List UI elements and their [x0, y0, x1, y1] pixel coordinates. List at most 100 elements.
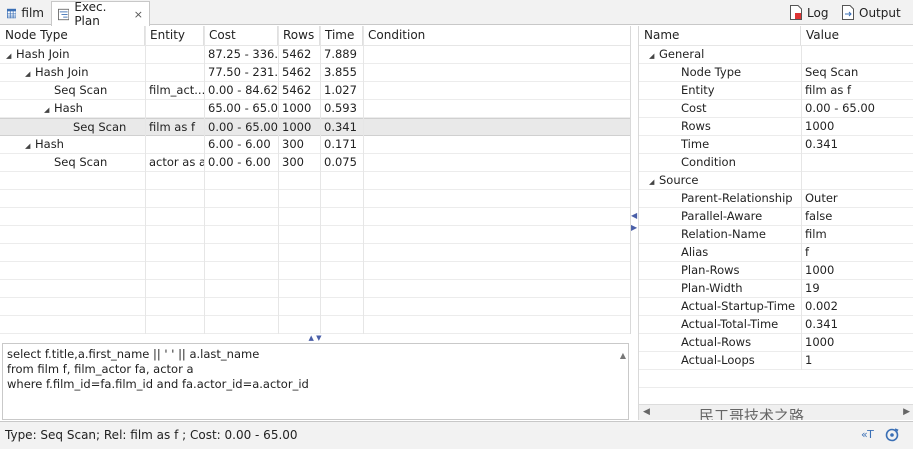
vertical-splitter[interactable]: ◀ ▶	[631, 210, 637, 236]
rows-cell: 5462	[282, 47, 312, 61]
tab-exec-plan[interactable]: Exec. Plan ×	[51, 0, 150, 28]
property-name: Plan-Rows	[681, 263, 740, 277]
property-row[interactable]: Parallel-Aware false	[639, 208, 913, 226]
column-header-name[interactable]: Name	[639, 26, 801, 46]
property-name: Relation-Name	[681, 227, 766, 241]
collapse-left-icon[interactable]: ◀	[631, 210, 637, 222]
property-name: Actual-Rows	[681, 335, 752, 349]
plan-row[interactable]: ◢ Hash Join 77.50 - 231... 5462 3.855	[0, 64, 630, 82]
scroll-right-icon[interactable]: ▶	[903, 407, 910, 417]
property-value: Seq Scan	[805, 65, 859, 79]
property-name-cell: Actual-Startup-Time	[681, 298, 801, 316]
property-row[interactable]: Rows 1000	[639, 118, 913, 136]
property-value: 1000	[805, 263, 835, 277]
property-row[interactable]: Actual-Rows 1000	[639, 334, 913, 352]
node-type-cell: ◢ Hash	[0, 136, 145, 154]
log-label: Log	[807, 5, 829, 20]
condition-cell	[363, 82, 630, 100]
column-header-rows[interactable]: Rows	[278, 26, 320, 46]
property-row[interactable]: Condition	[639, 154, 913, 172]
text-format-icon[interactable]: «T	[861, 428, 874, 441]
property-value: 1000	[805, 335, 835, 349]
properties-panel: Name Value ◢ General Node Type Seq Scan Enti…	[638, 26, 913, 420]
scroll-left-icon[interactable]: ◀	[643, 407, 650, 417]
column-divider	[204, 26, 205, 334]
column-divider	[145, 26, 146, 334]
column-header-cost[interactable]: Cost	[204, 26, 278, 46]
expand-toggle-icon[interactable]: ◢	[44, 102, 54, 118]
column-divider	[801, 280, 802, 298]
property-row[interactable]: Entity film as f	[639, 82, 913, 100]
property-row[interactable]: Actual-Total-Time 0.341	[639, 316, 913, 334]
collapse-right-icon[interactable]: ▶	[631, 222, 637, 234]
column-divider	[320, 26, 321, 334]
property-row[interactable]: Actual-Startup-Time 0.002	[639, 298, 913, 316]
empty-row	[0, 280, 630, 298]
exec-plan-icon	[58, 8, 70, 20]
status-text: Type: Seq Scan; Rel: film as f ; Cost: 0…	[5, 428, 298, 442]
rows-cell: 1000	[282, 120, 312, 134]
expand-toggle-icon[interactable]: ◢	[649, 174, 659, 190]
entity-cell	[145, 136, 204, 154]
plan-row[interactable]: Seq Scan film as f 0.00 - 65.00 1000 0.341	[0, 118, 630, 137]
tab-film[interactable]: film	[1, 1, 50, 25]
column-divider	[801, 352, 802, 370]
column-divider	[801, 64, 802, 82]
property-value	[805, 154, 913, 172]
collapse-down-icon[interactable]: ▼	[316, 334, 321, 342]
cost-cell: 6.00 - 6.00	[208, 137, 271, 151]
column-header-entity[interactable]: Entity	[145, 26, 204, 46]
property-row[interactable]: Relation-Name film	[639, 226, 913, 244]
plan-row[interactable]: ◢ Hash 6.00 - 6.00 300 0.171	[0, 136, 630, 154]
cost-cell: 0.00 - 6.00	[208, 155, 271, 169]
rows-cell: 5462	[282, 83, 312, 97]
column-divider	[801, 226, 802, 244]
property-row[interactable]: Cost 0.00 - 65.00	[639, 100, 913, 118]
column-divider	[278, 26, 279, 334]
sync-icon[interactable]	[884, 427, 900, 443]
expand-toggle-icon[interactable]: ◢	[25, 138, 35, 154]
property-name-cell: Actual-Loops	[681, 352, 801, 370]
output-icon	[842, 5, 854, 20]
property-name: Node Type	[681, 65, 742, 79]
expand-toggle-icon[interactable]: ◢	[25, 66, 35, 82]
property-row[interactable]: Plan-Rows 1000	[639, 262, 913, 280]
property-name: Time	[681, 137, 710, 151]
node-type-cell: ◢ Hash Join	[0, 64, 145, 82]
property-row[interactable]: Alias f	[639, 244, 913, 262]
horizontal-splitter[interactable]: ▲ ▼	[300, 334, 330, 342]
property-group-row[interactable]: ◢ Source	[639, 172, 913, 190]
plan-row[interactable]: ◢ Hash Join 87.25 - 336... 5462 7.889	[0, 46, 630, 64]
expand-toggle-icon[interactable]: ◢	[649, 48, 659, 64]
property-row[interactable]: Plan-Width 19	[639, 280, 913, 298]
scroll-up-icon[interactable]: ▲	[620, 348, 626, 363]
property-name: Actual-Startup-Time	[681, 299, 796, 313]
output-button[interactable]: Output	[842, 4, 901, 21]
column-header-node-type[interactable]: Node Type	[0, 26, 145, 46]
property-name: Condition	[681, 155, 736, 169]
log-button[interactable]: Log	[790, 4, 828, 21]
property-row[interactable]: Actual-Loops 1	[639, 352, 913, 370]
property-value: 0.341	[805, 137, 838, 151]
plan-row[interactable]: Seq Scan actor as a 0.00 - 6.00 300 0.075	[0, 154, 630, 172]
horizontal-scrollbar[interactable]: ◀ 民工哥技术之路 ▶	[639, 404, 913, 420]
property-group-row[interactable]: ◢ General	[639, 46, 913, 64]
column-divider	[801, 154, 802, 172]
column-header-condition[interactable]: Condition	[363, 26, 630, 46]
property-row[interactable]: Node Type Seq Scan	[639, 64, 913, 82]
column-header-time[interactable]: Time	[320, 26, 363, 46]
status-bar: Type: Seq Scan; Rel: film as f ; Cost: 0…	[0, 421, 913, 449]
property-row[interactable]: Parent-Relationship Outer	[639, 190, 913, 208]
node-type-cell: Seq Scan	[0, 119, 145, 137]
column-header-value[interactable]: Value	[801, 26, 913, 46]
collapse-up-icon[interactable]: ▲	[308, 334, 313, 342]
close-icon[interactable]: ×	[134, 8, 143, 21]
plan-row[interactable]: ◢ Hash 65.00 - 65.00 1000 0.593	[0, 100, 630, 118]
expand-toggle-icon[interactable]: ◢	[6, 48, 16, 64]
property-row[interactable]: Time 0.341	[639, 136, 913, 154]
sql-query-text[interactable]: select f.title,a.first_name || ' ' || a.…	[2, 343, 629, 420]
property-value: film	[805, 227, 827, 241]
node-type-cell: Seq Scan	[0, 82, 145, 100]
plan-row[interactable]: Seq Scan film_act... 0.00 - 84.62 5462 1.027	[0, 82, 630, 100]
property-name-cell: Parent-Relationship	[681, 190, 801, 208]
